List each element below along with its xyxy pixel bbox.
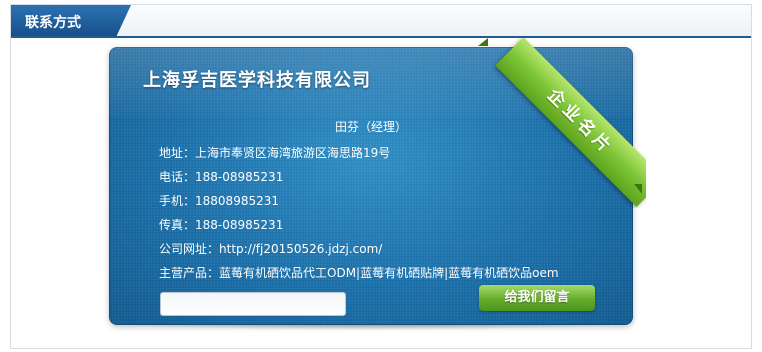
mobile-row: 手机：18808985231	[159, 192, 279, 209]
fax-label: 传真：	[159, 218, 196, 232]
ribbon-fold-right	[634, 184, 642, 194]
ribbon-container: 企业名片	[476, 38, 646, 208]
address-value: 上海市奉贤区海湾旅游区海思路19号	[195, 146, 391, 160]
panel-title-tab: 联系方式	[11, 5, 131, 36]
phone-value: 188-08985231	[195, 170, 284, 184]
products-value: 蓝莓有机硒饮品代工ODM|蓝莓有机硒贴牌|蓝莓有机硒饮品oem	[219, 266, 559, 280]
products-label: 主营产品：	[159, 266, 220, 280]
address-label: 地址：	[159, 146, 196, 160]
panel-header: 联系方式	[11, 4, 751, 38]
ribbon-fold-top	[478, 38, 488, 46]
message-input[interactable]	[160, 292, 346, 316]
mobile-value: 18808985231	[195, 194, 279, 208]
leave-message-button[interactable]: 给我们留言	[479, 285, 595, 311]
phone-row: 电话：188-08985231	[159, 168, 283, 185]
fax-row: 传真：188-08985231	[159, 216, 283, 233]
enterprise-card-ribbon: 企业名片	[495, 38, 646, 207]
website-label: 公司网址：	[159, 242, 220, 256]
fax-value: 188-08985231	[195, 218, 284, 232]
address-row: 地址：上海市奉贤区海湾旅游区海思路19号	[159, 144, 390, 161]
phone-label: 电话：	[159, 170, 196, 184]
panel-title: 联系方式	[25, 15, 81, 31]
company-name: 上海孚吉医学科技有限公司	[143, 70, 371, 91]
website-row: 公司网址：http://fj20150526.jdzj.com/	[159, 240, 382, 257]
products-row: 主营产品：蓝莓有机硒饮品代工ODM|蓝莓有机硒贴牌|蓝莓有机硒饮品oem	[159, 264, 559, 281]
website-link[interactable]: http://fj20150526.jdzj.com/	[219, 242, 382, 256]
mobile-label: 手机：	[159, 194, 196, 208]
